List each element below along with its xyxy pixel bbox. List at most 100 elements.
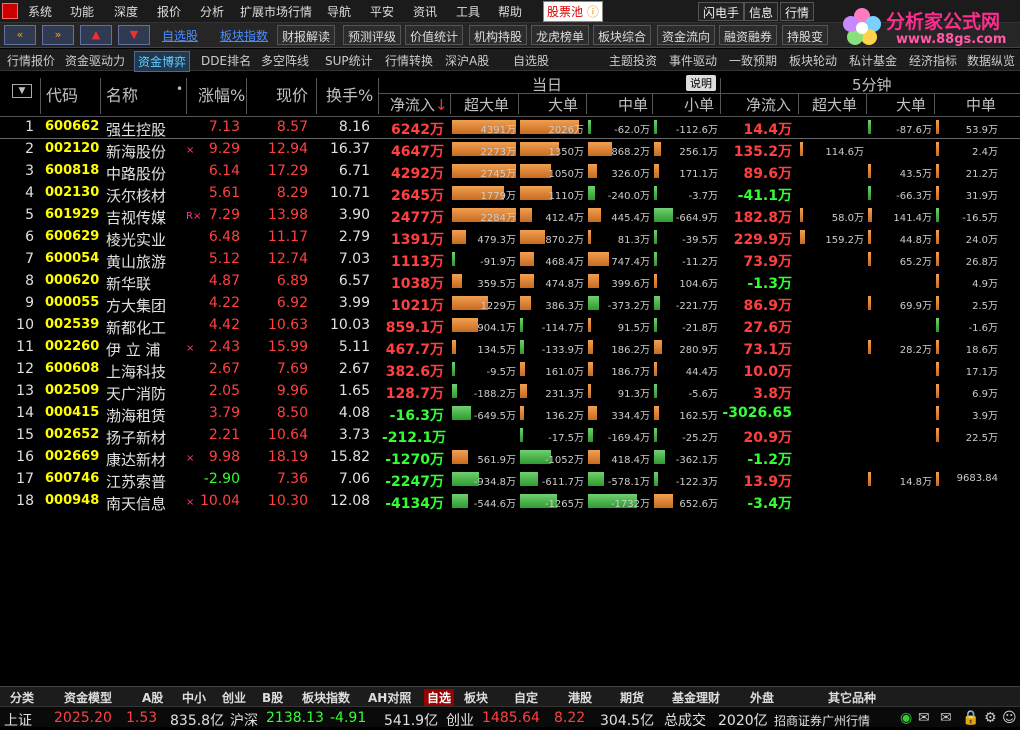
view-tab[interactable]: 资金驱动力 [62,51,128,70]
col-medium[interactable]: 中单 [618,94,648,115]
view-tab[interactable]: 多空阵线 [258,51,312,70]
view-tab[interactable]: 资金博弈 [134,51,191,72]
table-row[interactable]: 4 002130 沃尔核材 5.61 8.29 10.71 2645万 -41.1万 1779万… [0,183,1020,205]
user-icon[interactable]: ☺ [1002,710,1017,726]
market-tab[interactable]: 板块指数 [302,689,350,706]
market-tab[interactable]: 外盘 [750,689,774,706]
view-tab[interactable]: 私计基金 [846,51,900,70]
table-row[interactable]: 8 000620 新华联 4.87 6.89 6.57 1038万 -1.3万 359.5万 47… [0,271,1020,293]
menu-item[interactable]: 帮助 [498,3,522,20]
menu-item[interactable]: 导航 [327,3,351,20]
sector-index-link[interactable]: 板块指数 [216,25,272,45]
lock-icon[interactable]: 🔒 [962,710,979,726]
up-button[interactable]: ▲ [80,25,112,45]
market-tab[interactable]: 港股 [568,689,592,706]
col-super-large[interactable]: 超大单 [464,94,509,115]
network-icon[interactable]: ◉ [900,710,912,726]
view-tab[interactable]: 主题投资 [606,51,660,70]
sort-dropdown-icon[interactable]: ▼ [12,84,32,98]
down-button[interactable]: ▼ [118,25,150,45]
stock-pool-menu[interactable]: 股票池 ⓘ [543,1,603,22]
table-row[interactable]: 1 600662 强生控股 7.13 8.57 8.16 6242万 14.4万 4391万 20… [0,117,1020,139]
mail-icon[interactable]: ✉ [918,710,930,726]
view-tab[interactable]: 数据纵览 [964,51,1018,70]
col-super-large-5m[interactable]: 超大单 [812,94,857,115]
view-tab[interactable]: 板块轮动 [786,51,840,70]
table-row[interactable]: 18 000948 南天信息 × 10.04 10.30 12.08 -4134万 -3.4万 -… [0,491,1020,513]
market-tab[interactable]: 分类 [10,689,34,706]
toolbar-button[interactable]: 持股变 [782,25,829,45]
col-name[interactable]: 名称 [106,82,138,106]
market-tab[interactable]: AH对照 [368,689,411,706]
col-turnover[interactable]: 换手% [326,82,373,106]
table-row[interactable]: 13 002509 天广消防 2.05 9.96 1.65 128.7万 3.8万 -188.2… [0,381,1020,403]
col-net-inflow-5m[interactable]: 净流入 [746,94,791,115]
toolbar-button[interactable]: 价值统计 [405,25,464,45]
menu-item[interactable]: 系统 [28,3,52,20]
toolbar-button[interactable]: 板块综合 [593,25,652,45]
menu-item[interactable]: 分析 [200,3,224,20]
message-icon[interactable]: ✉ [940,710,952,726]
view-tab[interactable]: 事件驱动 [666,51,720,70]
col-net-inflow[interactable]: 净流入↓ [390,94,448,115]
forward-button[interactable]: » [42,25,74,45]
info-button[interactable]: 信息 [744,2,779,21]
col-large-5m[interactable]: 大单 [896,94,926,115]
explain-button[interactable]: 说明 [686,75,716,91]
view-tab[interactable]: 自选股 [510,51,552,70]
col-price[interactable]: 现价 [276,82,308,106]
watchlist-link[interactable]: 自选股 [158,25,202,45]
market-tab[interactable]: 资金模型 [64,689,112,706]
toolbar-button[interactable]: 机构持股 [469,25,528,45]
col-code[interactable]: 代码 [46,82,78,106]
toolbar-button[interactable]: 融资融券 [719,25,778,45]
market-tab[interactable]: 其它品种 [828,689,876,706]
view-tab[interactable]: SUP统计 [322,51,376,70]
view-tab[interactable]: 深沪A股 [442,51,492,70]
market-tab[interactable]: 基金理财 [672,689,720,706]
view-tab[interactable]: 一致预期 [726,51,780,70]
table-row[interactable]: 7 600054 黄山旅游 5.12 12.74 7.03 1113万 73.9万 -91.9万… [0,249,1020,271]
table-row[interactable]: 17 600746 江苏索普 -2.90 7.36 7.06 -2247万 13.9万 -934… [0,469,1020,491]
market-tab[interactable]: 自选 [424,689,455,706]
table-row[interactable]: 9 000055 方大集团 4.22 6.92 3.99 1021万 86.9万 1229万 38… [0,293,1020,315]
col-large[interactable]: 大单 [548,94,578,115]
table-row[interactable]: 5 601929 吉视传媒 R× 7.29 13.98 3.90 2477万 182.8万 228… [0,205,1020,227]
market-tab[interactable]: B股 [262,689,283,706]
table-row[interactable]: 11 002260 伊 立 浦 × 2.43 15.99 5.11 467.7万 73.1万 13… [0,337,1020,359]
menu-item[interactable]: 报价 [157,3,181,20]
table-row[interactable]: 6 600629 棱光实业 6.48 11.17 2.79 1391万 229.9万 479.3… [0,227,1020,249]
toolbar-button[interactable]: 财报解读 [277,25,336,45]
col-medium-5m[interactable]: 中单 [966,94,996,115]
market-tab[interactable]: 板块 [464,689,488,706]
market-tab[interactable]: 中小 [182,689,206,706]
menu-item[interactable]: 扩展市场行情 [240,3,312,20]
table-row[interactable]: 12 600608 上海科技 2.67 7.69 2.67 382.6万 10.0万 -9.5万… [0,359,1020,381]
view-tab[interactable]: DDE排名 [198,51,254,70]
menu-item[interactable]: 资讯 [413,3,437,20]
table-row[interactable]: 15 002652 扬子新材 2.21 10.64 3.73 -212.1万 20.9万 -17… [0,425,1020,447]
col-small[interactable]: 小单 [684,94,714,115]
toolbar-button[interactable]: 龙虎榜单 [531,25,590,45]
flash-trade-button[interactable]: 闪电手 [698,2,745,21]
view-tab[interactable]: 行情转换 [382,51,436,70]
quote-button[interactable]: 行情 [780,2,815,21]
toolbar-button[interactable]: 预测评级 [343,25,402,45]
menu-item[interactable]: 平安 [370,3,394,20]
market-tab[interactable]: 自定 [514,689,538,706]
market-tab[interactable]: A股 [142,689,163,706]
back-button[interactable]: « [4,25,36,45]
table-row[interactable]: 14 000415 渤海租赁 3.79 8.50 4.08 -16.3万 -3026.65 -6… [0,403,1020,425]
market-tab[interactable]: 期货 [620,689,644,706]
table-row[interactable]: 3 600818 中路股份 6.14 17.29 6.71 4292万 89.6万 2745万 1… [0,161,1020,183]
menu-item[interactable]: 功能 [70,3,94,20]
menu-item[interactable]: 工具 [456,3,480,20]
market-tab[interactable]: 创业 [222,689,246,706]
table-row[interactable]: 10 002539 新都化工 4.42 10.63 10.03 859.1万 27.6万 904… [0,315,1020,337]
toolbar-button[interactable]: 资金流向 [657,25,716,45]
view-tab[interactable]: 行情报价 [4,51,58,70]
col-change[interactable]: 涨幅% [198,82,245,106]
settings-icon[interactable]: ⚙ [984,710,997,726]
menu-item[interactable]: 深度 [114,3,138,20]
table-row[interactable]: 16 002669 康达新材 × 9.98 18.19 15.82 -1270万 -1.2万 56… [0,447,1020,469]
